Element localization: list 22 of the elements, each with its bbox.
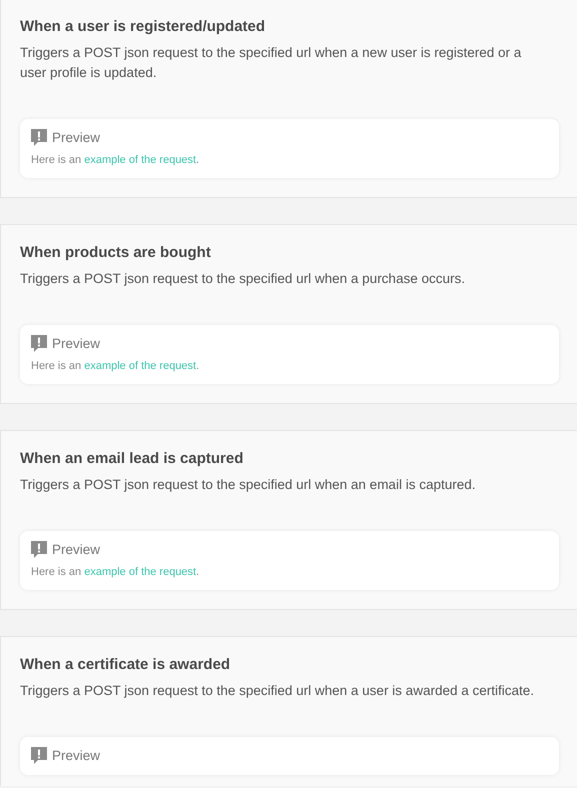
preview-note: Here is an example of the request.	[31, 565, 200, 580]
section-description: Triggers a POST json request to the specified url when a user is awarded a certificate.	[20, 682, 536, 700]
section-title: When a user is registered/updated	[20, 17, 266, 37]
preview-label: Preview	[52, 541, 100, 559]
section-description: Triggers a POST json request to the specified url when an email is captured.	[20, 476, 476, 494]
alert-icon	[31, 129, 47, 147]
section-description: Triggers a POST json request to the specified url when a new user is registered or a user profile is updated.	[20, 44, 522, 82]
section-title: When products are bought	[20, 243, 211, 263]
example-link[interactable]: example of the request	[84, 154, 196, 166]
preview-note: Here is an example of the request.	[31, 153, 200, 168]
alert-icon	[31, 747, 47, 765]
example-link[interactable]: example of the request	[84, 360, 196, 372]
preview-label: Preview	[52, 335, 100, 353]
alert-icon	[31, 541, 47, 559]
section-title: When a certificate is awarded	[20, 655, 230, 675]
preview-note: Here is an example of the request.	[31, 359, 200, 374]
section-title: When an email lead is captured	[20, 449, 244, 469]
example-link[interactable]: example of the request	[84, 566, 196, 578]
alert-icon	[31, 335, 47, 353]
preview-label: Preview	[52, 747, 100, 765]
section-description: Triggers a POST json request to the specified url when a purchase occurs.	[20, 270, 466, 288]
preview-label: Preview	[52, 129, 100, 147]
